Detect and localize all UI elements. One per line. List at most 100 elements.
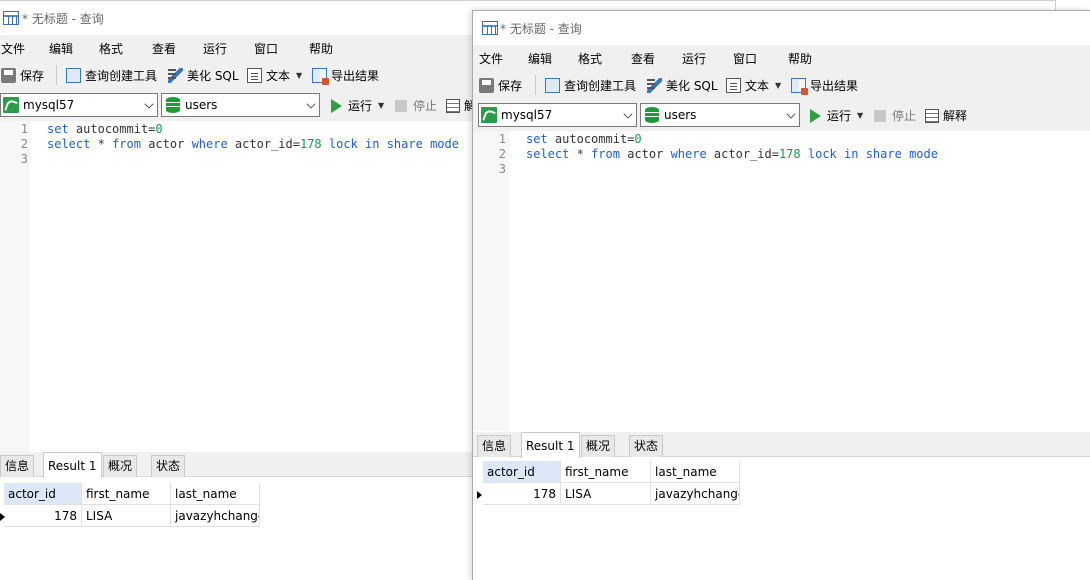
- table-cell[interactable]: javazyhchange: [651, 483, 740, 505]
- menu-edit[interactable]: 编辑: [49, 40, 73, 57]
- column-header-actor-id[interactable]: actor_id: [4, 483, 82, 505]
- chevron-down-icon: [144, 99, 154, 109]
- save-button[interactable]: 保存: [1, 66, 44, 84]
- toolbar-separator: [535, 75, 536, 95]
- play-icon: [810, 108, 821, 123]
- explain-icon: [446, 98, 460, 113]
- table-cell[interactable]: LISA: [561, 483, 651, 505]
- chevron-down-icon: ▼: [296, 70, 303, 80]
- stop-icon: [874, 109, 886, 122]
- column-header-first-name[interactable]: first_name: [82, 483, 171, 505]
- line-number: 1: [498, 132, 506, 146]
- menu-view[interactable]: 查看: [152, 40, 176, 57]
- chevron-down-icon: ▼: [775, 80, 782, 90]
- query-builder-icon: [545, 77, 560, 93]
- query-table-icon: [3, 11, 19, 25]
- result-grid: actor_id first_name last_name 178 LISA j…: [473, 458, 1090, 580]
- explain-button[interactable]: 解释: [925, 107, 967, 124]
- menu-edit[interactable]: 编辑: [528, 50, 552, 67]
- database-select[interactable]: users: [640, 103, 800, 127]
- connection-bar: mysql57 users 运行 ▼ 停止 解释: [473, 99, 1090, 131]
- beautify-sql-button[interactable]: 美化 SQL: [647, 76, 718, 94]
- menu-run[interactable]: 运行: [203, 40, 227, 57]
- database-select[interactable]: users: [161, 93, 320, 117]
- chevron-down-icon: ▼: [378, 101, 385, 110]
- sql-editor[interactable]: 1 2 3 set autocommit=0 select * from act…: [473, 131, 1090, 431]
- save-button[interactable]: 保存: [479, 76, 522, 94]
- menu-run[interactable]: 运行: [682, 50, 706, 67]
- export-icon: [312, 67, 329, 85]
- line-number-gutter: 1 2 3: [0, 121, 30, 452]
- play-icon: [331, 98, 342, 113]
- line-number: 3: [20, 152, 28, 166]
- run-button[interactable]: 运行 ▼: [331, 97, 384, 114]
- menu-help[interactable]: 帮助: [309, 40, 333, 57]
- result-tabs: 信息 Result 1 概况 状态: [473, 432, 1090, 458]
- query-builder-icon: [66, 67, 81, 83]
- text-doc-icon: [726, 77, 741, 93]
- window-title: * 无标题 - 查询: [500, 22, 582, 36]
- export-results-button[interactable]: 导出结果: [791, 76, 858, 95]
- column-header-first-name[interactable]: first_name: [561, 461, 651, 483]
- query-builder-button[interactable]: 查询创建工具: [545, 76, 636, 94]
- beautify-sql-button[interactable]: 美化 SQL: [168, 66, 239, 84]
- export-icon: [791, 77, 808, 95]
- connection-select[interactable]: mysql57: [0, 93, 158, 117]
- column-header-last-name[interactable]: last_name: [171, 483, 260, 505]
- tab-result-1[interactable]: Result 1: [43, 452, 102, 478]
- menu-window[interactable]: 窗口: [254, 40, 278, 57]
- table-cell[interactable]: 178: [483, 483, 561, 505]
- tab-overview[interactable]: 概况: [103, 455, 138, 477]
- connection-select[interactable]: mysql57: [478, 103, 637, 127]
- line-number: 3: [498, 162, 506, 176]
- tab-info[interactable]: 信息: [477, 435, 512, 457]
- toolbar: 保存 查询创建工具 美化 SQL 文本 ▼ 导出结果: [473, 71, 1090, 99]
- beautify-icon: [168, 67, 183, 83]
- query-builder-button[interactable]: 查询创建工具: [66, 66, 157, 84]
- text-doc-icon: [247, 67, 262, 83]
- current-row-indicator-icon: [477, 491, 482, 499]
- line-number-gutter: 1 2 3: [473, 131, 509, 431]
- menu-file[interactable]: 文件: [1, 40, 25, 57]
- menu-file[interactable]: 文件: [479, 50, 503, 67]
- chevron-down-icon: ▼: [857, 111, 864, 120]
- line-number: 2: [20, 137, 28, 151]
- line-number: 1: [20, 122, 28, 136]
- line-number: 2: [498, 147, 506, 161]
- save-icon: [1, 67, 16, 83]
- chevron-down-icon: [306, 99, 316, 109]
- column-header-last-name[interactable]: last_name: [651, 461, 740, 483]
- export-results-button[interactable]: 导出结果: [312, 66, 379, 85]
- database-icon: [166, 97, 180, 113]
- toolbar-separator: [56, 65, 57, 85]
- query-window-front: * 无标题 - 查询 文件 编辑 格式 查看 运行 窗口 帮助 保存 查询创建工…: [472, 10, 1090, 580]
- beautify-icon: [647, 77, 662, 93]
- run-button[interactable]: 运行 ▼: [810, 107, 863, 124]
- tab-status[interactable]: 状态: [151, 455, 186, 477]
- table-cell[interactable]: LISA: [82, 505, 171, 527]
- chevron-down-icon: [786, 109, 796, 119]
- table-cell[interactable]: 178: [4, 505, 82, 527]
- text-button[interactable]: 文本 ▼: [247, 66, 302, 84]
- table-cell[interactable]: javazyhchange: [171, 505, 260, 527]
- stop-button[interactable]: 停止: [874, 107, 916, 124]
- menu-help[interactable]: 帮助: [788, 50, 812, 67]
- text-button[interactable]: 文本 ▼: [726, 76, 781, 94]
- menu-format[interactable]: 格式: [99, 40, 123, 57]
- menu-window[interactable]: 窗口: [733, 50, 757, 67]
- menu-format[interactable]: 格式: [578, 50, 602, 67]
- chevron-down-icon: [623, 109, 633, 119]
- column-header-actor-id[interactable]: actor_id: [483, 461, 561, 483]
- database-icon: [645, 107, 659, 123]
- tab-status[interactable]: 状态: [629, 435, 664, 457]
- query-table-icon: [482, 21, 498, 35]
- code-line-2: select * from actor where actor_id=178 l…: [47, 137, 459, 151]
- code-line-1: set autocommit=0: [526, 132, 642, 146]
- stop-button[interactable]: 停止: [395, 97, 437, 114]
- tab-overview[interactable]: 概况: [581, 435, 616, 457]
- code-line-2: select * from actor where actor_id=178 l…: [526, 147, 938, 161]
- tab-result-1[interactable]: Result 1: [521, 432, 580, 458]
- menu-view[interactable]: 查看: [631, 50, 655, 67]
- tab-info[interactable]: 信息: [0, 455, 35, 477]
- title-bar: * 无标题 - 查询: [473, 11, 1090, 45]
